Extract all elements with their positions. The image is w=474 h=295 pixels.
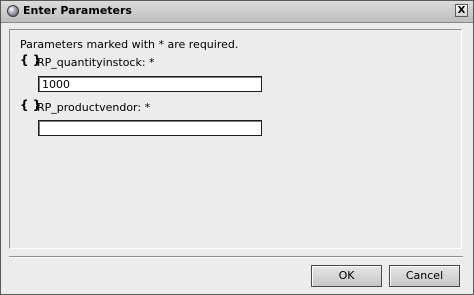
required-note: Parameters marked with * are required. — [20, 38, 239, 51]
param-label-productvendor: RP_productvendor: * — [37, 101, 151, 114]
button-separator — [9, 256, 463, 258]
param-label-quantityinstock: RP_quantityinstock: * — [37, 56, 155, 69]
close-button[interactable]: X — [455, 4, 468, 17]
quantityinstock-input[interactable] — [38, 76, 262, 92]
title-bar[interactable]: Enter Parameters X — [1, 1, 473, 23]
cancel-button[interactable]: Cancel — [389, 265, 460, 287]
dialog-title: Enter Parameters — [23, 4, 132, 17]
app-logo-icon — [7, 5, 19, 17]
ok-button[interactable]: OK — [311, 265, 382, 287]
productvendor-input[interactable] — [38, 120, 262, 136]
